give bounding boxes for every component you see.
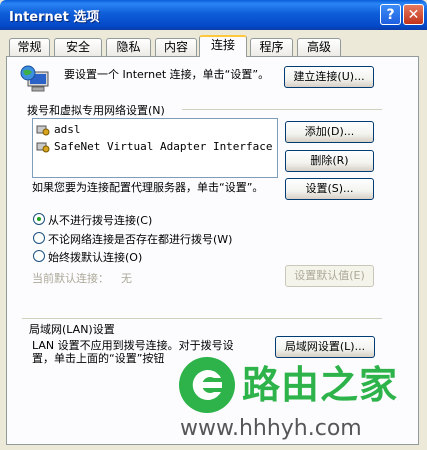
lan-text-line2: 置，单击上面的“设置”按钮 [32, 352, 165, 365]
radio-never-dial[interactable] [33, 213, 45, 225]
radio-always-default-label[interactable]: 始终拨默认连接(O) [48, 249, 142, 265]
setup-text: 要设置一个 Internet 连接，单击“设置”。 [64, 68, 270, 81]
radio-always-default[interactable] [33, 250, 45, 262]
tab-privacy[interactable]: 隐私 [106, 38, 151, 56]
watermark-name: 路由之家 [242, 363, 399, 407]
radio-never-dial-label[interactable]: 从不进行拨号连接(C) [48, 212, 152, 228]
tab-connections[interactable]: 连接 [199, 35, 247, 57]
connection-name: adsl [54, 123, 81, 136]
settings-button[interactable]: 设置(S)... [285, 178, 374, 200]
tab-content[interactable]: 内容 [155, 38, 197, 56]
radio-dial-whenever-label[interactable]: 不论网络连接是否存在都进行拨号(W) [48, 231, 232, 247]
divider [22, 318, 382, 319]
tab-security[interactable]: 安全 [54, 38, 102, 56]
watermark-logo-icon [179, 357, 235, 413]
current-default-value: 无 [121, 272, 132, 285]
dialup-group-label: 拨号和虚拟专用网络设置(N) [27, 104, 165, 117]
divider [182, 109, 382, 110]
window-title: Internet 选项 [9, 10, 100, 25]
current-default-label: 当前默认连接： [32, 272, 109, 285]
proxy-note: 如果您要为连接配置代理服务器，单击“设置”。 [32, 181, 264, 194]
globe-computer-icon [20, 65, 49, 92]
setup-connection-button[interactable]: 建立连接(U)... [284, 66, 374, 88]
radio-dial-whenever[interactable] [33, 232, 45, 244]
watermark-url: www.hhhyh.com [180, 416, 362, 441]
list-item[interactable]: adsl [36, 122, 81, 138]
title-bar[interactable]: Internet 选项 ? ✕ [0, 0, 427, 30]
lan-group-label: 局域网(LAN)设置 [29, 321, 118, 337]
tab-advanced[interactable]: 高级 [297, 38, 341, 56]
list-item[interactable]: SafeNet Virtual Adapter Interface [36, 139, 273, 155]
set-default-button[interactable]: 设置默认值(E) [285, 265, 374, 287]
dialup-connection-icon [36, 125, 50, 136]
dialup-connection-icon [36, 142, 50, 153]
add-button[interactable]: 添加(D)... [285, 121, 374, 143]
watermark: 路由之家 www.hhhyh.com [168, 348, 427, 450]
close-button[interactable]: ✕ [403, 4, 424, 25]
delete-button[interactable]: 删除(R) [285, 150, 374, 172]
tab-programs[interactable]: 程序 [250, 38, 293, 56]
connections-list[interactable]: adsl SafeNet Virtual Adapter Interface [32, 118, 278, 178]
help-button[interactable]: ? [380, 4, 401, 25]
connection-name: SafeNet Virtual Adapter Interface [54, 140, 273, 153]
tab-general[interactable]: 常规 [9, 38, 50, 56]
